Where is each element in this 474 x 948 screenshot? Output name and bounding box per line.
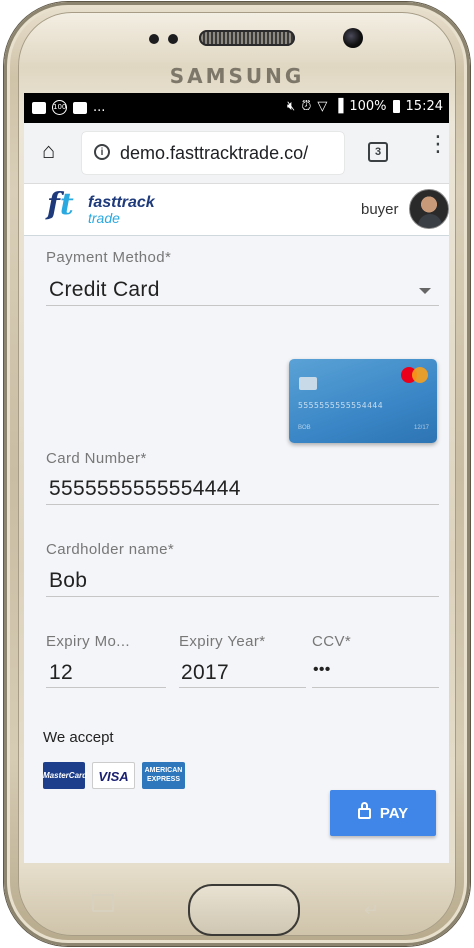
card-number-underline <box>46 504 439 505</box>
alarm-icon: ⏰︎ <box>301 99 312 114</box>
cardholder-input[interactable]: Bob <box>49 569 87 593</box>
card-preview-expiry: 12/17 <box>413 425 429 431</box>
sensor-dot <box>149 34 159 44</box>
info-icon[interactable]: i <box>94 144 110 160</box>
mail-notification-icon <box>73 101 87 114</box>
pay-button[interactable]: PAY <box>330 790 436 836</box>
battery-icon <box>392 100 400 113</box>
recent-apps-key-icon[interactable] <box>92 894 114 912</box>
url-text[interactable]: demo.fasttracktrade.co/ <box>120 143 308 164</box>
ccv-underline <box>312 687 439 688</box>
pay-button-label: PAY <box>379 804 409 822</box>
user-role-label[interactable]: buyer <box>361 201 399 218</box>
logo-icon[interactable]: ft <box>47 190 74 220</box>
home-icon[interactable]: ⌂ <box>42 140 55 162</box>
status-bar: 100 ... 🔇︎ ⏰︎ ▽ ▐ 100% 15:24 <box>24 93 449 123</box>
chevron-down-icon[interactable] <box>419 288 431 294</box>
back-key-icon[interactable]: ↵ <box>364 900 379 921</box>
device-brand: SAMSUNG <box>169 64 305 88</box>
mastercard-logo: MasterCard <box>43 762 87 789</box>
expiry-year-input[interactable]: 2017 <box>181 661 229 685</box>
notification-badge-icon: 100 <box>52 100 67 115</box>
expiry-year-underline <box>179 687 306 688</box>
phone-screen: 100 ... 🔇︎ ⏰︎ ▽ ▐ 100% 15:24 ⌂ i demo.fa… <box>24 93 449 863</box>
home-hardware-button[interactable] <box>188 884 300 936</box>
card-number-input[interactable]: 5555555555554444 <box>49 477 241 501</box>
battery-percent: 100% <box>349 99 387 114</box>
tab-switcher-button[interactable]: 3 <box>368 142 388 162</box>
front-camera <box>343 28 363 48</box>
gallery-notification-icon <box>32 101 46 114</box>
expiry-month-underline <box>46 687 166 688</box>
card-preview: 5555555555554444 BOB 12/17 <box>289 359 437 443</box>
wifi-icon: ▽ <box>317 99 328 114</box>
expiry-month-input[interactable]: 12 <box>49 661 73 685</box>
app-header: ft fasttrack trade buyer <box>24 184 449 236</box>
payment-method-label: Payment Method* <box>46 249 172 266</box>
card-preview-name: BOB <box>298 425 311 431</box>
mastercard-logo-icon <box>401 367 429 383</box>
signal-icon: ▐ <box>333 99 344 114</box>
card-preview-number: 5555555555554444 <box>298 401 384 410</box>
cardholder-label: Cardholder name* <box>46 541 175 558</box>
more-menu-icon[interactable]: ⋮ <box>427 133 449 155</box>
earpiece-speaker <box>199 30 295 46</box>
cardholder-underline <box>46 596 439 597</box>
amex-logo: AMERICAN EXPRESS <box>142 762 185 789</box>
card-number-label: Card Number* <box>46 450 147 467</box>
expiry-year-label: Expiry Year* <box>179 633 266 650</box>
clock: 15:24 <box>405 99 443 114</box>
ccv-label: CCV* <box>312 633 352 650</box>
avatar[interactable] <box>409 189 449 229</box>
more-notifications: ... <box>93 100 106 115</box>
address-bar[interactable]: i demo.fasttracktrade.co/ <box>82 132 344 174</box>
ccv-input[interactable]: ••• <box>313 661 331 679</box>
logo-subtext[interactable]: trade <box>88 210 120 226</box>
expiry-month-label: Expiry Mo... <box>46 633 130 650</box>
we-accept-label: We accept <box>43 729 114 746</box>
sensor-dot <box>168 34 178 44</box>
payment-method-underline <box>46 305 439 306</box>
visa-logo: VISA <box>92 762 135 789</box>
browser-toolbar: ⌂ i demo.fasttracktrade.co/ 3 ⋮ <box>24 123 449 184</box>
lock-icon <box>357 801 371 819</box>
mute-icon: 🔇︎ <box>287 99 296 114</box>
payment-method-select[interactable]: Credit Card <box>49 278 160 302</box>
card-chip-icon <box>299 377 317 390</box>
payment-form: Payment Method* Credit Card 555555555555… <box>24 236 449 863</box>
